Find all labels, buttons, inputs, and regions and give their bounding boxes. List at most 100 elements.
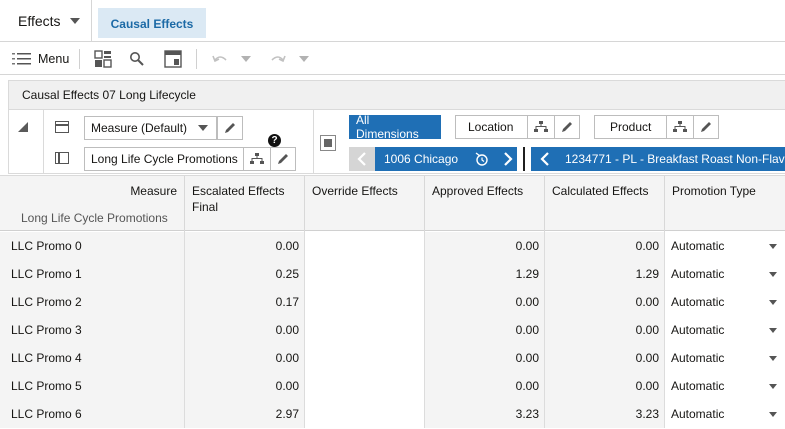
toolbar-divider (196, 48, 198, 69)
pencil-icon (701, 122, 711, 132)
hierarchy-icon (673, 121, 687, 132)
undo-button[interactable] (207, 46, 233, 72)
collapse-triangle-icon[interactable] (18, 122, 28, 132)
approved-effects-cell-value: 0.00 (515, 239, 539, 253)
edit-product-button[interactable] (693, 115, 719, 139)
calculated-effects-cell-value: 1.29 (635, 267, 659, 281)
location-navigator[interactable]: 1006 Chicago (375, 147, 517, 171)
measure-select-value: Measure (Default) (91, 121, 188, 135)
calculated-effects-cell-value: 3.23 (635, 407, 659, 421)
tab-causal-effects[interactable]: Causal Effects (98, 8, 206, 38)
row-header: LLC Promo 1 (0, 260, 185, 288)
redo-button[interactable] (265, 46, 291, 72)
pencil-icon (562, 122, 572, 132)
row-dimension-box[interactable]: Long Life Cycle Promotions (84, 147, 244, 171)
row-axis-icon (55, 152, 69, 164)
product-value: 1234771 - PL - Breakfast Roast Non-Flavo… (565, 152, 785, 166)
escalated-effects-cell: 0.25 (184, 260, 305, 288)
column-header[interactable]: Approved Effects (424, 176, 545, 232)
help-icon[interactable]: ? (268, 134, 281, 147)
chevron-down-icon (769, 412, 777, 417)
escalated-effects-cell-value: 0.00 (275, 379, 299, 393)
all-dimensions-button[interactable]: All Dimensions (349, 113, 441, 141)
menu-icon (12, 52, 31, 64)
column-header[interactable]: Calculated Effects (544, 176, 665, 232)
toolbar: Menu (0, 43, 785, 75)
table-row: LLC Promo 4 0.00 0.00 0.00 Automatic (0, 344, 785, 372)
product-label: Product (610, 120, 652, 134)
escalated-effects-cell: 0.00 (184, 316, 305, 344)
edit-row-dimension-button[interactable] (270, 147, 296, 171)
chevron-left-icon[interactable] (540, 152, 550, 166)
edit-measure-button[interactable] (217, 116, 243, 140)
promotion-type-select[interactable]: Automatic (664, 316, 785, 344)
column-header[interactable]: Promotion Type (664, 176, 785, 232)
chevron-down-icon (299, 55, 310, 62)
column-header[interactable]: Override Effects (304, 176, 425, 232)
promotion-type-select[interactable]: Automatic (664, 260, 785, 288)
effects-menu-button[interactable]: Effects (0, 0, 92, 42)
escalated-effects-cell-value: 0.00 (275, 239, 299, 253)
override-effects-cell[interactable] (304, 260, 425, 288)
chevron-right-icon[interactable] (503, 152, 513, 166)
location-hierarchy-button[interactable] (528, 115, 554, 139)
row-hierarchy-button[interactable] (244, 147, 270, 171)
column-header-label: Approved Effects (432, 184, 524, 198)
chevron-down-icon (769, 356, 777, 361)
override-effects-cell[interactable] (304, 400, 425, 428)
row-header-value: LLC Promo 2 (11, 295, 82, 309)
approved-effects-cell: 1.29 (424, 260, 545, 288)
dimension-panel: Measure (Default) ? Long Life Cycle Prom… (8, 110, 785, 174)
tab-causal-effects-label: Causal Effects (110, 17, 194, 31)
measure-select[interactable]: Measure (Default) (84, 116, 217, 140)
pivot-icon[interactable] (320, 135, 336, 151)
promotion-type-select-value: Automatic (671, 351, 725, 365)
product-dimension-box[interactable]: Product (594, 115, 667, 139)
menu-button[interactable]: Menu (0, 43, 69, 74)
column-axis-icon (55, 121, 69, 133)
row-dimension-label: Long Life Cycle Promotions (91, 152, 238, 166)
override-effects-cell[interactable] (304, 232, 425, 260)
promotion-type-select-value: Automatic (671, 267, 725, 281)
calculated-effects-cell-value: 0.00 (635, 295, 659, 309)
override-effects-cell[interactable] (304, 288, 425, 316)
promotion-type-select[interactable]: Automatic (664, 400, 785, 428)
calculated-effects-cell-value: 0.00 (635, 239, 659, 253)
undo-history-button[interactable] (233, 46, 259, 72)
promotion-type-select[interactable]: Automatic (664, 232, 785, 260)
search-icon (130, 51, 144, 66)
approved-effects-cell-value: 0.00 (515, 323, 539, 337)
calculator-button[interactable] (160, 46, 186, 72)
corner-dimension-label: Long Life Cycle Promotions (21, 211, 168, 225)
approved-effects-cell-value: 0.00 (515, 379, 539, 393)
column-header-label: Promotion Type (672, 184, 756, 198)
calculated-effects-cell-value: 0.00 (635, 351, 659, 365)
promotion-type-select[interactable]: Automatic (664, 372, 785, 400)
product-hierarchy-button[interactable] (667, 115, 693, 139)
promotion-type-select-value: Automatic (671, 379, 725, 393)
escalated-effects-cell-value: 2.97 (275, 407, 299, 421)
override-effects-cell[interactable] (304, 372, 425, 400)
calculated-effects-cell: 3.23 (544, 400, 665, 428)
location-previous-button[interactable] (349, 147, 375, 171)
toolbar-divider (79, 48, 81, 69)
promotion-type-select[interactable]: Automatic (664, 288, 785, 316)
override-effects-cell[interactable] (304, 316, 425, 344)
product-navigator[interactable]: 1234771 - PL - Breakfast Roast Non-Flavo… (531, 147, 785, 171)
approved-effects-cell: 0.00 (424, 372, 545, 400)
calculator-icon (164, 49, 182, 68)
column-header[interactable]: Escalated Effects Final (184, 176, 305, 232)
promotion-type-select[interactable]: Automatic (664, 344, 785, 372)
location-dimension-box[interactable]: Location (455, 115, 528, 139)
row-header: LLC Promo 5 (0, 372, 185, 400)
table-row: LLC Promo 6 2.97 3.23 3.23 Automatic (0, 400, 785, 428)
calculated-effects-cell-value: 0.00 (635, 323, 659, 337)
override-effects-cell[interactable] (304, 344, 425, 372)
location-value: 1006 Chicago (384, 152, 459, 166)
escalated-effects-cell-value: 0.00 (275, 351, 299, 365)
edit-location-button[interactable] (554, 115, 580, 139)
chevron-left-icon (357, 152, 366, 166)
search-button[interactable] (124, 46, 150, 72)
layout-button[interactable] (90, 46, 116, 72)
redo-history-button[interactable] (291, 46, 317, 72)
